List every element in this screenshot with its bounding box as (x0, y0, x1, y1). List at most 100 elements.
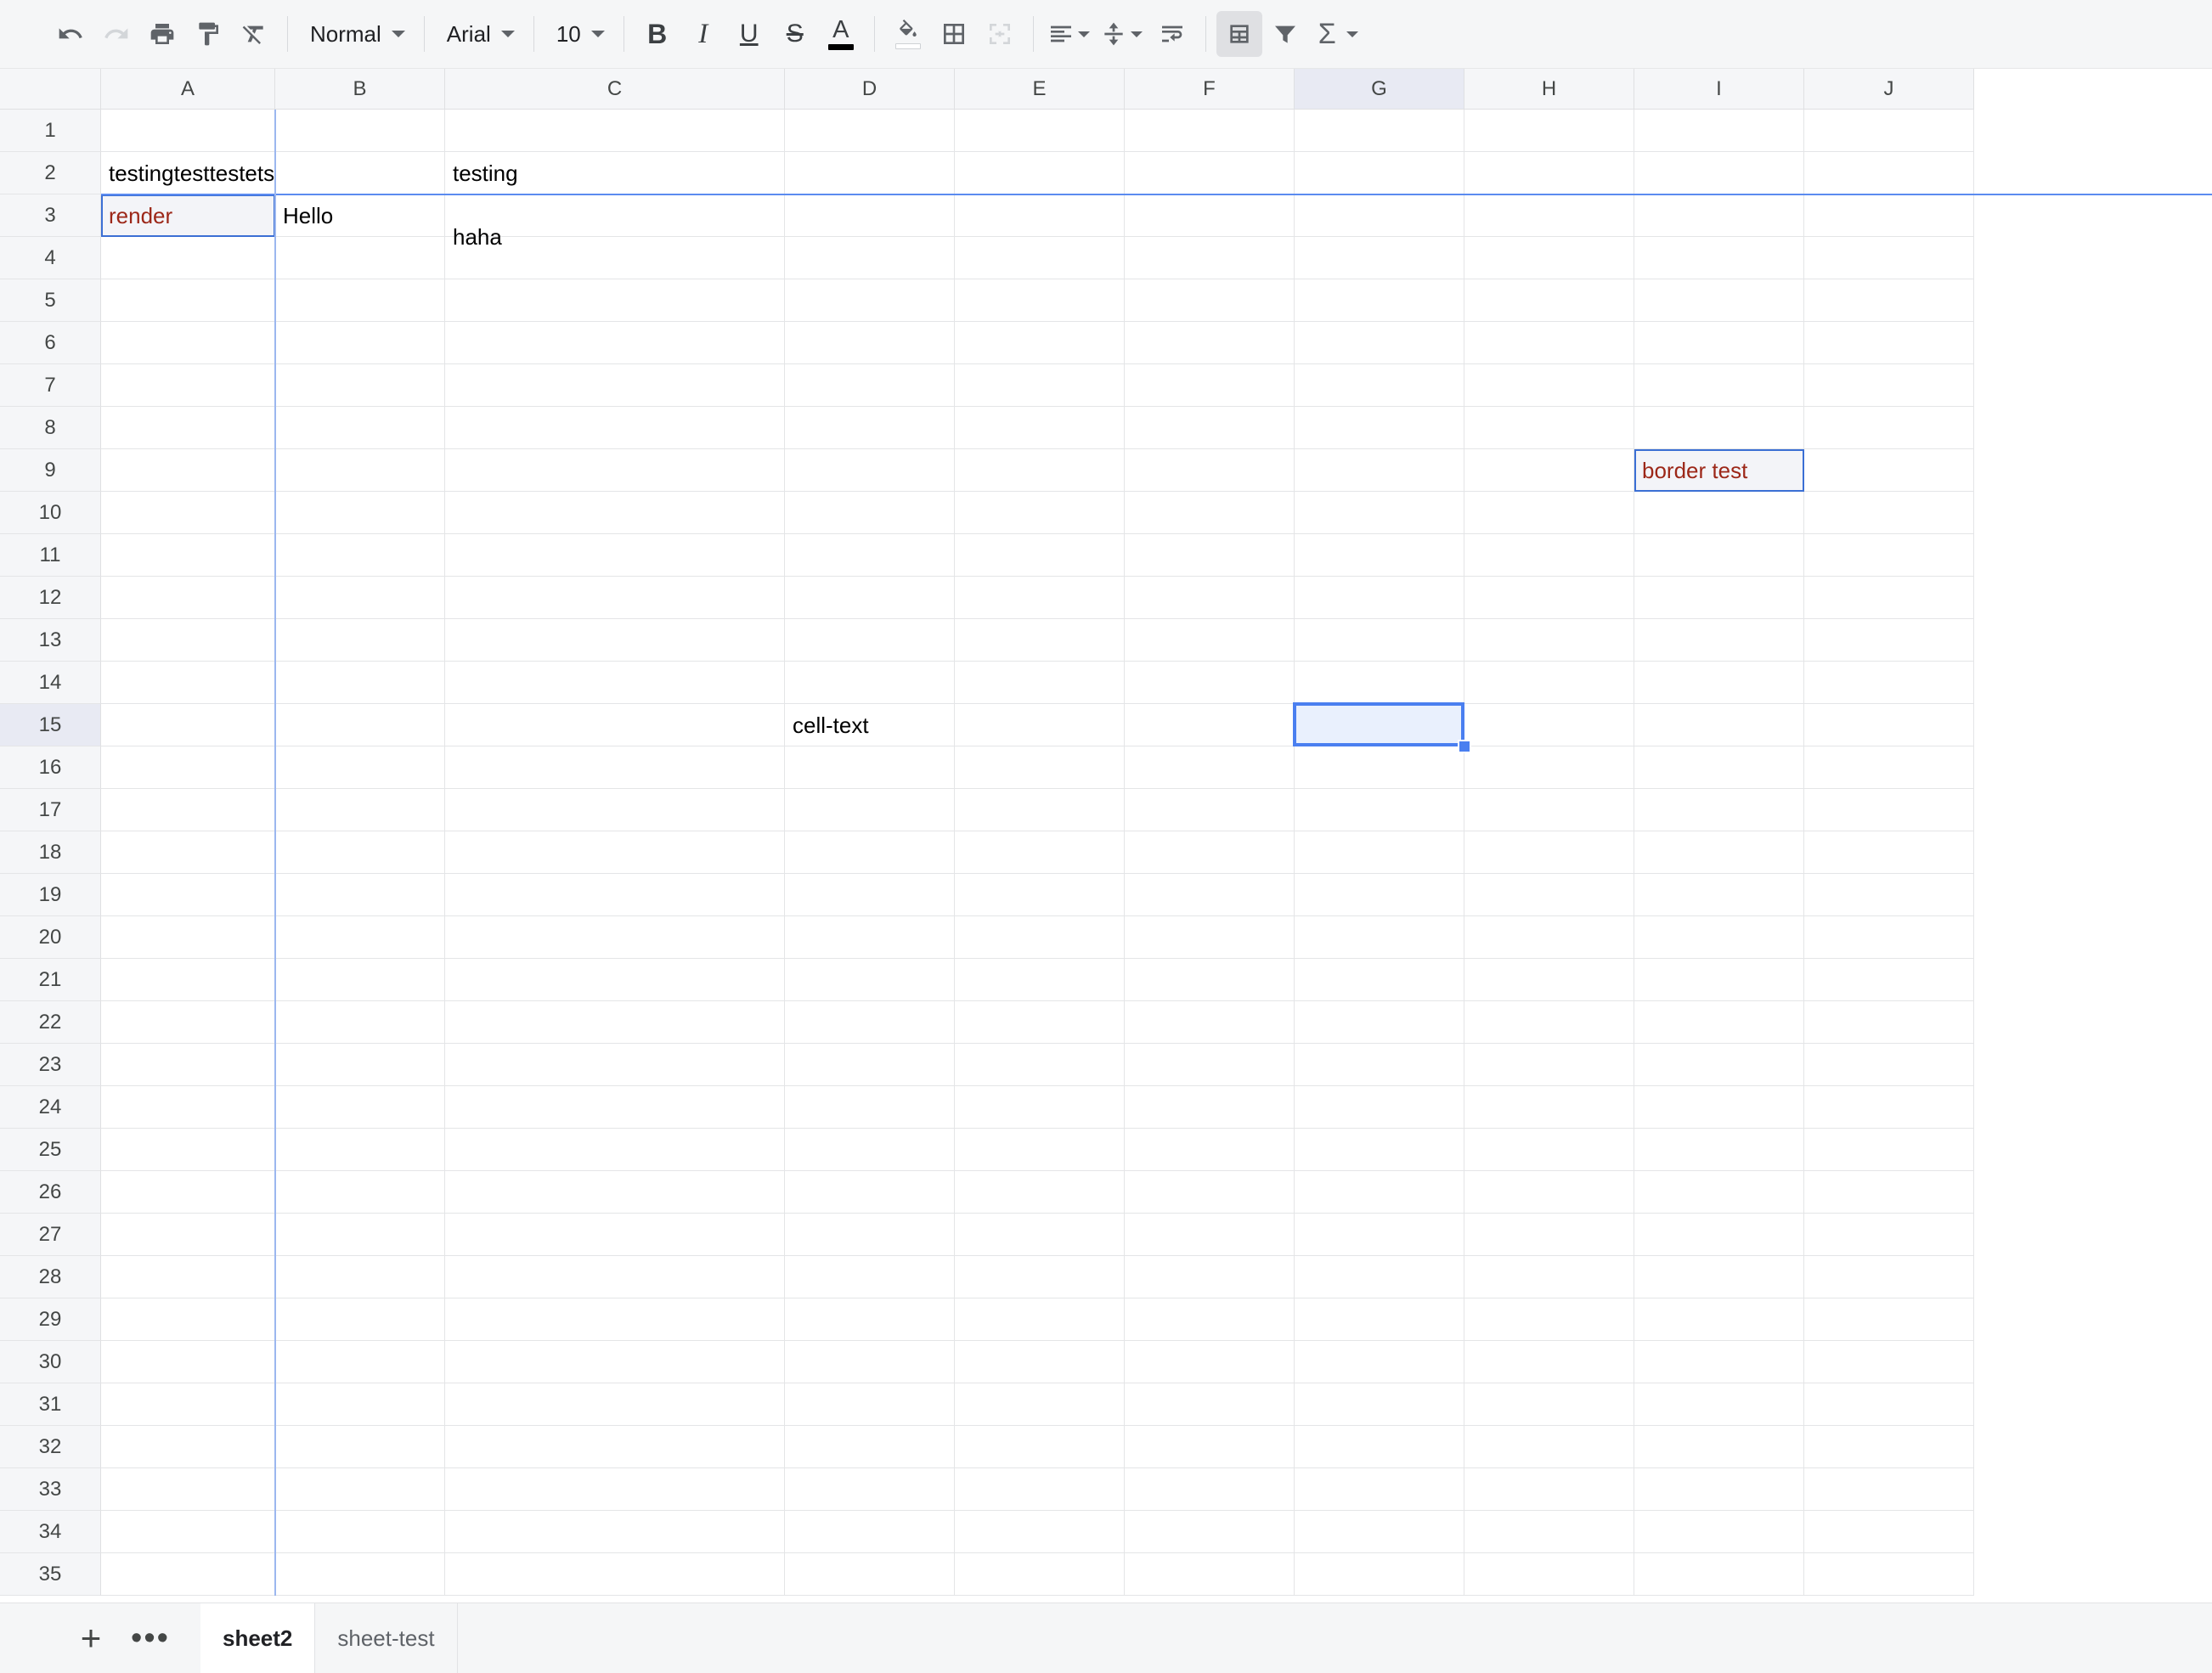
add-sheet-button[interactable]: + (61, 1603, 121, 1673)
undo-button[interactable] (48, 11, 93, 57)
font-family-dropdown[interactable]: Arial (435, 11, 523, 57)
row-header-6[interactable]: 6 (0, 322, 101, 364)
row-header-2[interactable]: 2 (0, 152, 101, 194)
row-header-8[interactable]: 8 (0, 407, 101, 449)
gridline-horizontal (101, 1255, 1974, 1256)
sheet-tab-sheet2[interactable]: sheet2 (200, 1603, 316, 1673)
underline-button[interactable]: U (726, 11, 772, 57)
row-header-5[interactable]: 5 (0, 279, 101, 322)
row-header-19[interactable]: 19 (0, 874, 101, 916)
frozen-column-divider[interactable] (274, 110, 276, 1596)
column-header-j[interactable]: J (1804, 69, 1974, 110)
print-button[interactable] (139, 11, 185, 57)
column-header-d[interactable]: D (785, 69, 955, 110)
fill-color-swatch (894, 42, 921, 49)
row-header-label: 34 (38, 1519, 62, 1543)
sheet-tab-sheet-test[interactable]: sheet-test (315, 1603, 458, 1673)
row-header-17[interactable]: 17 (0, 789, 101, 831)
bold-button[interactable]: B (635, 11, 680, 57)
redo-button[interactable] (93, 11, 139, 57)
row-header-21[interactable]: 21 (0, 959, 101, 1001)
gridline-horizontal (101, 1425, 1974, 1426)
row-header-31[interactable]: 31 (0, 1383, 101, 1426)
row-header-35[interactable]: 35 (0, 1553, 101, 1596)
column-header-c[interactable]: C (445, 69, 785, 110)
column-header-i[interactable]: I (1634, 69, 1804, 110)
column-header-label: D (861, 76, 877, 100)
paint-format-icon (199, 22, 218, 46)
row-header-15[interactable]: 15 (0, 704, 101, 746)
merge-cells-button[interactable] (977, 11, 1023, 57)
row-header-20[interactable]: 20 (0, 916, 101, 959)
italic-button[interactable]: I (680, 11, 726, 57)
column-header-g[interactable]: G (1295, 69, 1464, 110)
all-sheets-button[interactable]: ••• (121, 1603, 180, 1673)
cell-i9[interactable]: border test (1634, 449, 1804, 492)
text-color-button[interactable]: A (818, 11, 864, 57)
row-header-25[interactable]: 25 (0, 1129, 101, 1171)
row-header-14[interactable]: 14 (0, 662, 101, 704)
row-header-29[interactable]: 29 (0, 1298, 101, 1341)
horizontal-align-icon (1050, 25, 1071, 42)
column-header-f[interactable]: F (1125, 69, 1295, 110)
row-header-11[interactable]: 11 (0, 534, 101, 577)
borders-button[interactable] (931, 11, 977, 57)
cell-area[interactable]: testingtesttestets testing render Hello haha… (101, 110, 2212, 1603)
column-header-h[interactable]: H (1464, 69, 1634, 110)
toolbar-divider (287, 16, 288, 52)
row-header-28[interactable]: 28 (0, 1256, 101, 1298)
gridline-horizontal (101, 1340, 1974, 1341)
row-header-23[interactable]: 23 (0, 1044, 101, 1086)
row-header-34[interactable]: 34 (0, 1511, 101, 1553)
row-header-label: 25 (38, 1137, 62, 1161)
horizontal-align-button[interactable] (1044, 11, 1097, 57)
row-header-26[interactable]: 26 (0, 1171, 101, 1214)
column-header-b[interactable]: B (275, 69, 445, 110)
cell-a3[interactable]: render (101, 194, 275, 237)
row-header-27[interactable]: 27 (0, 1214, 101, 1256)
vertical-align-button[interactable] (1097, 11, 1149, 57)
column-headers: A B C D E F G H I J (0, 69, 1974, 110)
row-header-label: 11 (39, 543, 61, 566)
cell-a2[interactable]: testingtesttestets (101, 152, 275, 194)
row-header-30[interactable]: 30 (0, 1341, 101, 1383)
spreadsheet-grid[interactable]: ABCDEFGHIJ 1 2 3 4 5 6 7 8 9 10 11 12 13 14 15 16 17 18 19… (0, 69, 2212, 1603)
row-header-label: 15 (38, 713, 62, 736)
cell-text: Hello (283, 202, 334, 228)
create-filter-button[interactable] (1262, 11, 1308, 57)
cell-d15[interactable]: cell-text (785, 704, 955, 746)
column-header-e[interactable]: E (955, 69, 1125, 110)
cell-b3[interactable]: Hello (275, 194, 445, 237)
row-header-7[interactable]: 7 (0, 364, 101, 407)
fill-color-button[interactable] (885, 11, 931, 57)
row-header-33[interactable]: 33 (0, 1468, 101, 1511)
cell-c3[interactable]: haha (445, 194, 785, 279)
row-header-10[interactable]: 10 (0, 492, 101, 534)
row-header-18[interactable]: 18 (0, 831, 101, 874)
cell-c2[interactable]: testing (445, 152, 785, 194)
strikethrough-button[interactable]: S (772, 11, 818, 57)
text-style-dropdown[interactable]: Normal (298, 11, 414, 57)
row-header-3[interactable]: 3 (0, 194, 101, 237)
row-header-label: 7 (44, 373, 56, 397)
clear-formatting-button[interactable] (231, 11, 277, 57)
row-header-32[interactable]: 32 (0, 1426, 101, 1468)
fill-handle[interactable] (1458, 740, 1471, 753)
gridline-horizontal (101, 363, 1974, 364)
create-table-button[interactable] (1216, 11, 1262, 57)
row-header-1[interactable]: 1 (0, 110, 101, 152)
functions-button[interactable]: Σ (1308, 11, 1365, 57)
row-header-24[interactable]: 24 (0, 1086, 101, 1129)
row-header-9[interactable]: 9 (0, 449, 101, 492)
row-header-22[interactable]: 22 (0, 1001, 101, 1044)
column-header-a[interactable]: A (101, 69, 275, 110)
frozen-row-divider[interactable] (0, 194, 2212, 195)
row-header-12[interactable]: 12 (0, 577, 101, 619)
select-all-corner[interactable] (0, 69, 101, 110)
text-wrapping-button[interactable] (1149, 11, 1195, 57)
paint-format-button[interactable] (185, 11, 231, 57)
font-size-dropdown[interactable]: 10 (545, 11, 613, 57)
row-header-16[interactable]: 16 (0, 746, 101, 789)
row-header-13[interactable]: 13 (0, 619, 101, 662)
row-header-4[interactable]: 4 (0, 237, 101, 279)
